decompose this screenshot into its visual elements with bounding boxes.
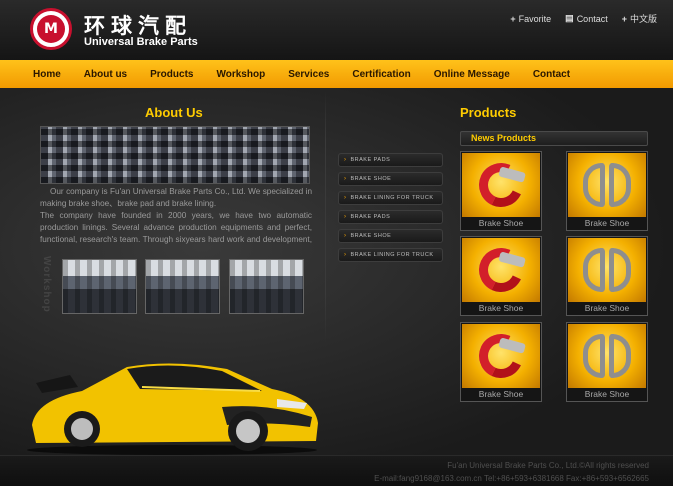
about-paragraph-2: The company have founded in 2000 years, …: [40, 211, 312, 248]
category-label: BRAKE PADS: [350, 214, 391, 220]
brake-shoe-image: [462, 153, 540, 217]
product-card[interactable]: Brake Shoe: [566, 322, 648, 402]
favorite-label: Favorite: [518, 13, 552, 24]
nav-certification[interactable]: Certification: [352, 69, 410, 80]
logo-mark: M: [37, 15, 65, 43]
workshop-photo[interactable]: [62, 259, 137, 314]
about-heading: About Us: [145, 105, 203, 120]
logo-icon[interactable]: M: [30, 8, 72, 50]
product-label: Brake Shoe: [478, 303, 524, 313]
product-label: Brake Shoe: [584, 303, 630, 313]
news-products-bar[interactable]: News Products: [460, 131, 648, 146]
arrow-icon: ›: [344, 157, 347, 163]
arrow-icon: ›: [344, 233, 347, 239]
arrow-icon: ›: [344, 252, 347, 258]
nav-about-us[interactable]: About us: [84, 69, 127, 80]
about-paragraph-1: Our company is Fu'an Universal Brake Par…: [40, 187, 312, 208]
category-item[interactable]: › BRAKE LINING FOR TRUCK: [338, 248, 443, 262]
brake-shoe-image: [568, 153, 646, 217]
favorite-link[interactable]: + Favorite: [510, 12, 551, 25]
brake-shoe-image: [568, 324, 646, 388]
chinese-version-label: 中文版: [629, 14, 657, 24]
workshop-photo[interactable]: [145, 259, 220, 314]
nav-home[interactable]: Home: [33, 69, 61, 80]
category-label: BRAKE SHOE: [350, 233, 392, 239]
category-item[interactable]: › BRAKE SHOE: [338, 172, 443, 186]
arrow-icon: ›: [344, 214, 347, 220]
category-label: BRAKE PADS: [350, 157, 391, 163]
product-label: Brake Shoe: [584, 218, 630, 228]
about-text: Our company is Fu'an Universal Brake Par…: [40, 186, 312, 248]
brake-shoe-image: [462, 238, 540, 302]
product-label: Brake Shoe: [478, 389, 524, 399]
product-card[interactable]: Brake Shoe: [566, 236, 648, 316]
category-item[interactable]: › BRAKE PADS: [338, 153, 443, 167]
category-item[interactable]: › BRAKE SHOE: [338, 229, 443, 243]
brake-shoe-image: [568, 238, 646, 302]
category-label: BRAKE SHOE: [350, 176, 392, 182]
chinese-version-link[interactable]: + 中文版: [622, 12, 657, 25]
category-label: BRAKE LINING FOR TRUCK: [350, 195, 434, 201]
category-list: › BRAKE PADS › BRAKE SHOE › BRAKE LINING FO…: [338, 153, 443, 267]
brake-shoe-image: [462, 324, 540, 388]
arrow-icon: ›: [344, 176, 347, 182]
plus-icon: +: [510, 13, 516, 24]
nav-contact[interactable]: Contact: [533, 69, 570, 80]
about-banner-image: [40, 126, 310, 184]
nav-online-message[interactable]: Online Message: [434, 69, 510, 80]
workshop-label: Workshop: [41, 256, 52, 313]
product-card[interactable]: Brake Shoe: [460, 236, 542, 316]
nav-services[interactable]: Services: [288, 69, 329, 80]
product-card[interactable]: Brake Shoe: [460, 322, 542, 402]
product-label: Brake Shoe: [478, 218, 524, 228]
nav-workshop[interactable]: Workshop: [216, 69, 265, 80]
sports-car-image: [27, 363, 318, 455]
category-item[interactable]: › BRAKE PADS: [338, 210, 443, 224]
plus-icon: +: [621, 13, 627, 24]
workshop-photo[interactable]: [229, 259, 304, 314]
document-icon: ▤: [565, 13, 574, 23]
top-links: + Favorite ▤ Contact + 中文版: [510, 12, 657, 25]
arrow-icon: ›: [344, 195, 347, 201]
category-item[interactable]: › BRAKE LINING FOR TRUCK: [338, 191, 443, 205]
nav-products[interactable]: Products: [150, 69, 193, 80]
logo-title-en[interactable]: Universal Brake Parts: [84, 36, 198, 48]
category-label: BRAKE LINING FOR TRUCK: [350, 252, 434, 258]
product-card[interactable]: Brake Shoe: [460, 151, 542, 231]
contact-link[interactable]: ▤ Contact: [565, 12, 608, 25]
main-nav: Home About us Products Workshop Services…: [0, 60, 673, 88]
contact-label: Contact: [576, 13, 608, 24]
contact-info-text: E-mail:fang9168@163.com.cn Tel:+86+593+6…: [374, 474, 649, 483]
copyright-text: Fu'an Universal Brake Parts Co., Ltd.©Al…: [447, 461, 649, 470]
product-card[interactable]: Brake Shoe: [566, 151, 648, 231]
column-divider: [325, 92, 326, 342]
products-heading: Products: [460, 105, 517, 120]
product-label: Brake Shoe: [584, 389, 630, 399]
header: M 环球汽配 Universal Brake Parts + Favorite ▤…: [0, 0, 673, 60]
